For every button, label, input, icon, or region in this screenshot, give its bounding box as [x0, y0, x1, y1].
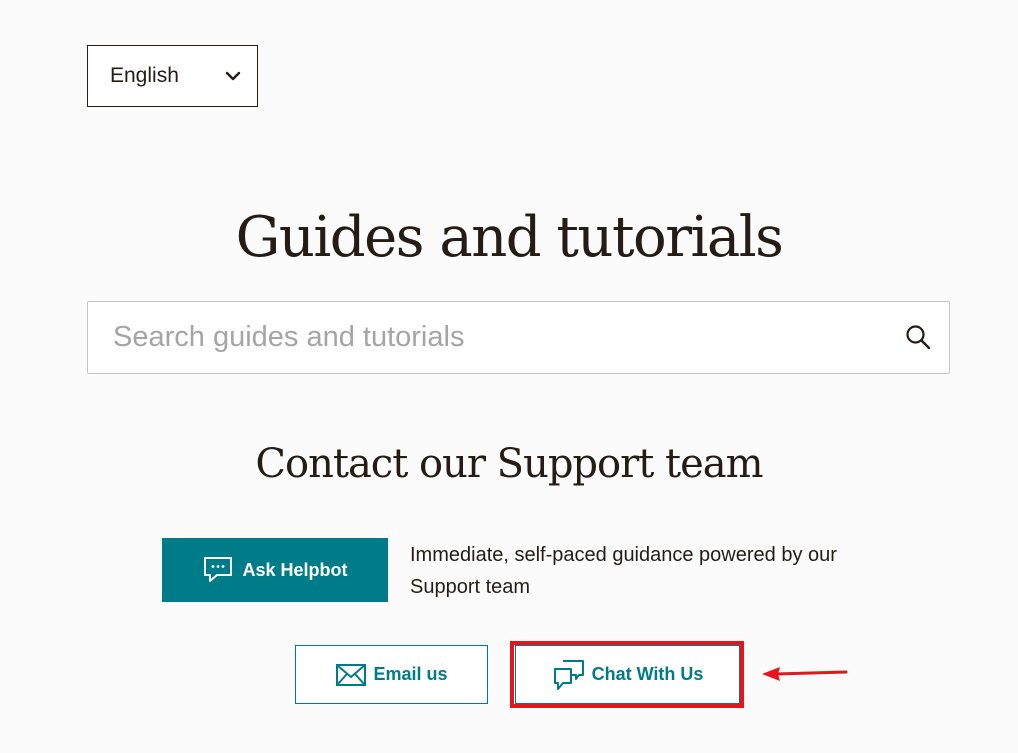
chat-bubble-dots-icon [204, 557, 233, 582]
search-box [87, 301, 950, 374]
language-select-value: English [110, 64, 179, 87]
search-icon[interactable] [905, 324, 931, 350]
email-us-button[interactable]: Email us [295, 645, 488, 704]
ask-helpbot-label: Ask Helpbot [242, 559, 348, 580]
language-select[interactable]: English [87, 45, 258, 107]
arrow-left-icon [762, 667, 848, 681]
envelope-icon [336, 663, 367, 686]
chat-with-us-label: Chat With Us [591, 664, 704, 684]
email-us-label: Email us [373, 664, 448, 684]
chat-with-us-button[interactable]: Chat With Us [515, 645, 740, 704]
chevron-down-icon [225, 71, 241, 81]
search-input[interactable] [88, 302, 888, 373]
ask-helpbot-button[interactable]: Ask Helpbot [162, 538, 388, 602]
chat-bubbles-icon [553, 659, 584, 690]
page-title: Guides and tutorials [235, 205, 784, 270]
contact-section-title: Contact our Support team [255, 441, 763, 487]
helpbot-description: Immediate, self-paced guidance powered b… [410, 544, 837, 598]
